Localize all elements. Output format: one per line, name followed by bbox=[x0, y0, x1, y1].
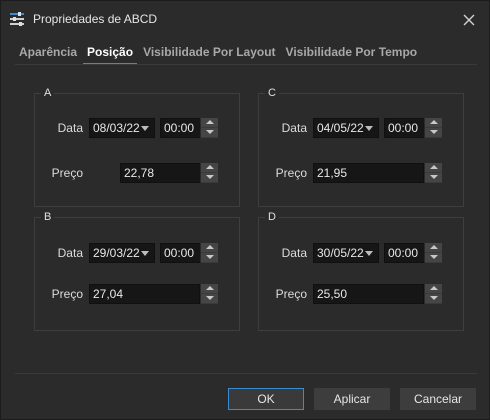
spin-down-icon[interactable] bbox=[425, 173, 442, 182]
point-d-price-spinner bbox=[424, 284, 442, 304]
price-label: Preço bbox=[275, 287, 307, 301]
point-d-time-value: 00:00 bbox=[388, 246, 419, 260]
spin-down-icon[interactable] bbox=[425, 253, 442, 262]
spin-up-icon[interactable] bbox=[425, 243, 442, 252]
point-b-group: B Data 29/03/22 00:00 Preço 27,04 bbox=[34, 211, 240, 331]
price-label: Preço bbox=[51, 166, 83, 180]
point-c-label: C bbox=[265, 87, 279, 99]
date-label: Data bbox=[281, 246, 307, 260]
point-b-time-spinner bbox=[200, 243, 218, 263]
point-d-label: D bbox=[265, 211, 279, 223]
point-b-label: B bbox=[41, 211, 55, 223]
tab-visibilidade-por-layout[interactable]: Visibilidade Por Layout bbox=[139, 43, 279, 65]
title-bar: Propriedades de ABCD bbox=[1, 1, 490, 39]
point-a-date-picker[interactable]: 08/03/22 bbox=[89, 118, 155, 138]
spin-up-icon[interactable] bbox=[201, 284, 218, 293]
point-c-date-picker[interactable]: 04/05/22 bbox=[313, 118, 379, 138]
chevron-down-icon bbox=[141, 251, 149, 256]
point-a-time-spinner bbox=[200, 118, 218, 138]
cancel-button[interactable]: Cancelar bbox=[400, 388, 476, 410]
point-d-group: D Data 30/05/22 00:00 Preço 25,50 bbox=[258, 211, 464, 331]
spin-down-icon[interactable] bbox=[201, 173, 218, 182]
settings-sliders-icon bbox=[9, 11, 25, 27]
date-label: Data bbox=[57, 121, 83, 135]
price-label: Preço bbox=[51, 287, 83, 301]
point-c-date-value: 04/05/22 bbox=[317, 121, 364, 135]
apply-button[interactable]: Aplicar bbox=[314, 388, 390, 410]
spin-down-icon[interactable] bbox=[201, 253, 218, 262]
tab-bar: Aparência Posição Visibilidade Por Layou… bbox=[15, 43, 423, 65]
spin-up-icon[interactable] bbox=[201, 118, 218, 127]
spin-up-icon[interactable] bbox=[201, 243, 218, 252]
close-icon bbox=[463, 14, 475, 26]
chevron-down-icon bbox=[141, 126, 149, 131]
tab-divider bbox=[15, 64, 477, 65]
chevron-down-icon bbox=[365, 126, 373, 131]
point-a-price-value: 22,78 bbox=[124, 166, 155, 180]
spin-down-icon[interactable] bbox=[201, 294, 218, 303]
point-a-label: A bbox=[41, 87, 55, 99]
spin-up-icon[interactable] bbox=[425, 163, 442, 172]
point-c-time-value: 00:00 bbox=[388, 121, 419, 135]
point-c-price-value: 21,95 bbox=[317, 166, 348, 180]
close-button[interactable] bbox=[457, 9, 481, 31]
point-d-date-picker[interactable]: 30/05/22 bbox=[313, 243, 379, 263]
point-d-price-value: 25,50 bbox=[317, 287, 348, 301]
price-label: Preço bbox=[275, 166, 307, 180]
point-a-time-value: 00:00 bbox=[164, 121, 195, 135]
point-b-time-value: 00:00 bbox=[164, 246, 195, 260]
point-d-price-input[interactable]: 25,50 bbox=[313, 284, 424, 304]
point-b-price-input[interactable]: 27,04 bbox=[89, 284, 200, 304]
point-b-date-value: 29/03/22 bbox=[93, 246, 140, 260]
point-a-group: A Data 08/03/22 00:00 Preço 22,78 bbox=[34, 87, 240, 207]
tab-aparencia[interactable]: Aparência bbox=[15, 43, 81, 65]
point-d-time-spinner bbox=[424, 243, 442, 263]
point-b-price-spinner bbox=[200, 284, 218, 304]
point-b-price-value: 27,04 bbox=[93, 287, 124, 301]
tab-posicao[interactable]: Posição bbox=[83, 43, 138, 65]
point-c-price-input[interactable]: 21,95 bbox=[313, 163, 424, 183]
spin-up-icon[interactable] bbox=[425, 284, 442, 293]
footer-divider bbox=[15, 373, 477, 374]
ok-button[interactable]: OK bbox=[228, 388, 304, 410]
point-d-date-value: 30/05/22 bbox=[317, 246, 364, 260]
point-c-price-spinner bbox=[424, 163, 442, 183]
window-title: Propriedades de ABCD bbox=[33, 12, 158, 26]
spin-up-icon[interactable] bbox=[425, 118, 442, 127]
point-c-group: C Data 04/05/22 00:00 Preço 21,95 bbox=[258, 87, 464, 207]
tab-visibilidade-por-tempo[interactable]: Visibilidade Por Tempo bbox=[282, 43, 422, 65]
date-label: Data bbox=[281, 121, 307, 135]
spin-down-icon[interactable] bbox=[425, 128, 442, 137]
point-a-price-spinner bbox=[200, 163, 218, 183]
point-b-date-picker[interactable]: 29/03/22 bbox=[89, 243, 155, 263]
spin-up-icon[interactable] bbox=[201, 163, 218, 172]
date-label: Data bbox=[57, 246, 83, 260]
point-c-time-spinner bbox=[424, 118, 442, 138]
point-a-date-value: 08/03/22 bbox=[93, 121, 140, 135]
spin-down-icon[interactable] bbox=[201, 128, 218, 137]
properties-dialog: Propriedades de ABCD Aparência Posição V… bbox=[0, 0, 490, 420]
spin-down-icon[interactable] bbox=[425, 294, 442, 303]
chevron-down-icon bbox=[365, 251, 373, 256]
